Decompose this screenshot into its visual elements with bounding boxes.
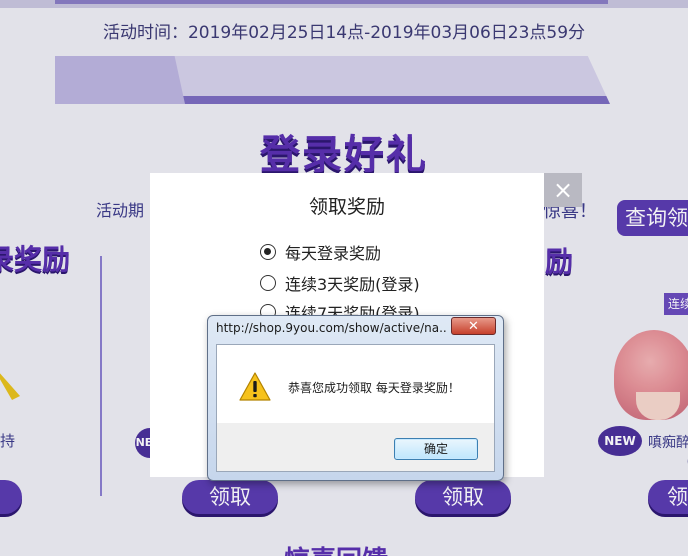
close-icon: ✕ [468, 319, 479, 334]
reward-option-label: 每天登录奖励 [285, 244, 382, 263]
reward-option-label: 连续3天奖励(登录) [285, 275, 420, 294]
alert-body: 恭喜您成功领取 每天登录奖励！ 确定 [216, 344, 495, 472]
alert-message: 恭喜您成功领取 每天登录奖励！ [288, 381, 460, 395]
alert-title: http://shop.9you.com/show/active/na... [216, 321, 448, 335]
alert-footer: 确定 [217, 423, 494, 471]
close-icon: × [552, 176, 574, 204]
modal-close-button[interactable]: × [544, 173, 582, 207]
warning-icon [239, 372, 271, 401]
alert-close-button[interactable]: ✕ [451, 317, 496, 335]
ok-button[interactable]: 确定 [394, 438, 478, 460]
radio-icon[interactable] [260, 275, 276, 291]
alert-titlebar[interactable]: http://shop.9you.com/show/active/na... ✕ [208, 316, 503, 340]
alert-dialog: http://shop.9you.com/show/active/na... ✕… [207, 315, 504, 481]
reward-modal-title: 领取奖励 [308, 196, 385, 218]
reward-option-3-days[interactable]: 连续3天奖励(登录) [260, 272, 420, 294]
reward-option-daily[interactable]: 每天登录奖励 [260, 241, 381, 263]
radio-selected-icon[interactable] [260, 244, 276, 260]
